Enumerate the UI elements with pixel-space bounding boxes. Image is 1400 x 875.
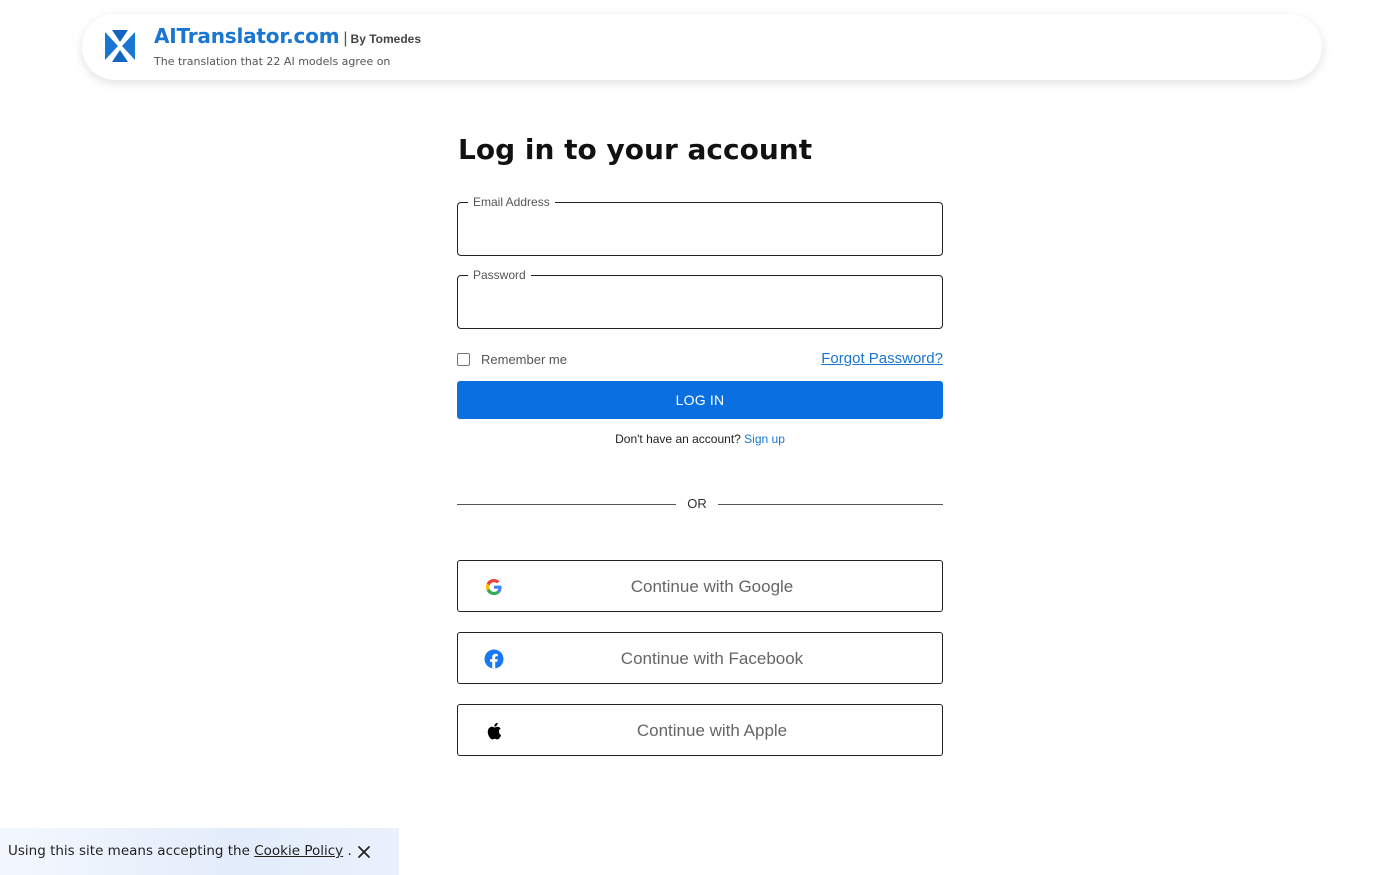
google-button-label: Continue with Google <box>630 577 794 596</box>
remember-checkbox[interactable] <box>457 353 470 366</box>
password-label: Password <box>468 268 531 282</box>
password-input[interactable] <box>472 290 928 316</box>
cookie-policy-link[interactable]: Cookie Policy <box>254 843 343 859</box>
page-title: Log in to your account <box>458 133 813 166</box>
brand[interactable]: AITranslator.com | By Tomedes <box>154 24 421 48</box>
tagline: The translation that 22 AI models agree … <box>154 55 391 68</box>
cookie-text: Using this site means accepting the Cook… <box>8 843 352 859</box>
no-account-text: Don't have an account? <box>615 432 741 446</box>
facebook-button[interactable]: Continue with Facebook <box>457 632 943 684</box>
login-form: Log in to your account Email Address Pas… <box>457 130 943 756</box>
or-divider: OR <box>457 496 943 512</box>
cookie-text-before: Using this site means accepting the <box>8 843 255 859</box>
close-icon[interactable] <box>356 844 372 860</box>
remember-label[interactable]: Remember me <box>481 352 567 367</box>
signup-row: Don't have an account? Sign up <box>457 432 943 446</box>
email-input[interactable] <box>472 217 928 243</box>
cookie-text-after: . <box>343 843 352 859</box>
signup-link[interactable]: Sign up <box>744 432 785 446</box>
facebook-button-label: Continue with Facebook <box>620 649 804 668</box>
aitranslator-logo-icon[interactable] <box>104 30 136 62</box>
remember-row: Remember me Forgot Password? <box>457 350 943 370</box>
brand-separator: | <box>343 30 348 47</box>
email-field[interactable]: Email Address <box>457 195 943 256</box>
email-label: Email Address <box>468 195 555 209</box>
or-text: OR <box>687 496 707 511</box>
password-field[interactable]: Password <box>457 268 943 329</box>
apple-button[interactable]: Continue with Apple <box>457 704 943 756</box>
google-button[interactable]: Continue with Google <box>457 560 943 612</box>
cookie-banner: Using this site means accepting the Cook… <box>0 828 399 875</box>
divider-line-left <box>457 504 676 505</box>
forgot-password-link[interactable]: Forgot Password? <box>821 350 943 367</box>
divider-line-right <box>718 504 943 505</box>
brand-name[interactable]: AITranslator.com <box>154 24 340 48</box>
site-header: AITranslator.com | By Tomedes The transl… <box>82 14 1322 80</box>
apple-button-label: Continue with Apple <box>636 721 788 740</box>
brand-by: By Tomedes <box>350 32 421 46</box>
login-button[interactable]: LOG IN <box>457 381 943 419</box>
